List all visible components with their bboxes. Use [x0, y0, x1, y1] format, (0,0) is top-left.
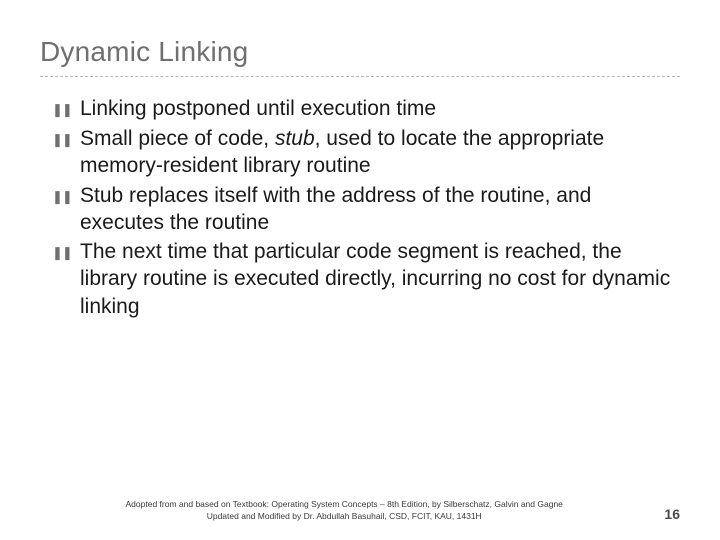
list-item: ❚❚ Stub replaces itself with the address…: [52, 182, 680, 237]
footer-credit: Adopted from and based on Textbook: Oper…: [40, 499, 648, 522]
slide: Dynamic Linking ❚❚ Linking postponed unt…: [0, 0, 720, 540]
list-item-text: Small piece of code, stub, used to locat…: [80, 125, 680, 180]
list-item-text: Linking postponed until execution time: [80, 95, 680, 122]
bullet-icon: ❚❚: [52, 238, 80, 266]
list-item: ❚❚ The next time that particular code se…: [52, 238, 680, 320]
bullet-icon: ❚❚: [52, 125, 80, 153]
slide-title: Dynamic Linking: [40, 36, 680, 68]
emphasis: stub: [275, 127, 315, 150]
page-number: 16: [648, 506, 680, 522]
list-item: ❚❚ Linking postponed until execution tim…: [52, 95, 680, 123]
list-item-text: The next time that particular code segme…: [80, 238, 680, 320]
footer-line: Adopted from and based on Textbook: Oper…: [40, 499, 648, 510]
bullet-icon: ❚❚: [52, 95, 80, 123]
footer: Adopted from and based on Textbook: Oper…: [0, 499, 720, 522]
title-divider: [40, 76, 680, 77]
footer-line: Updated and Modified by Dr. Abdullah Bas…: [40, 511, 648, 522]
bullet-list: ❚❚ Linking postponed until execution tim…: [40, 95, 680, 320]
bullet-icon: ❚❚: [52, 182, 80, 210]
list-item: ❚❚ Small piece of code, stub, used to lo…: [52, 125, 680, 180]
list-item-text: Stub replaces itself with the address of…: [80, 182, 680, 237]
